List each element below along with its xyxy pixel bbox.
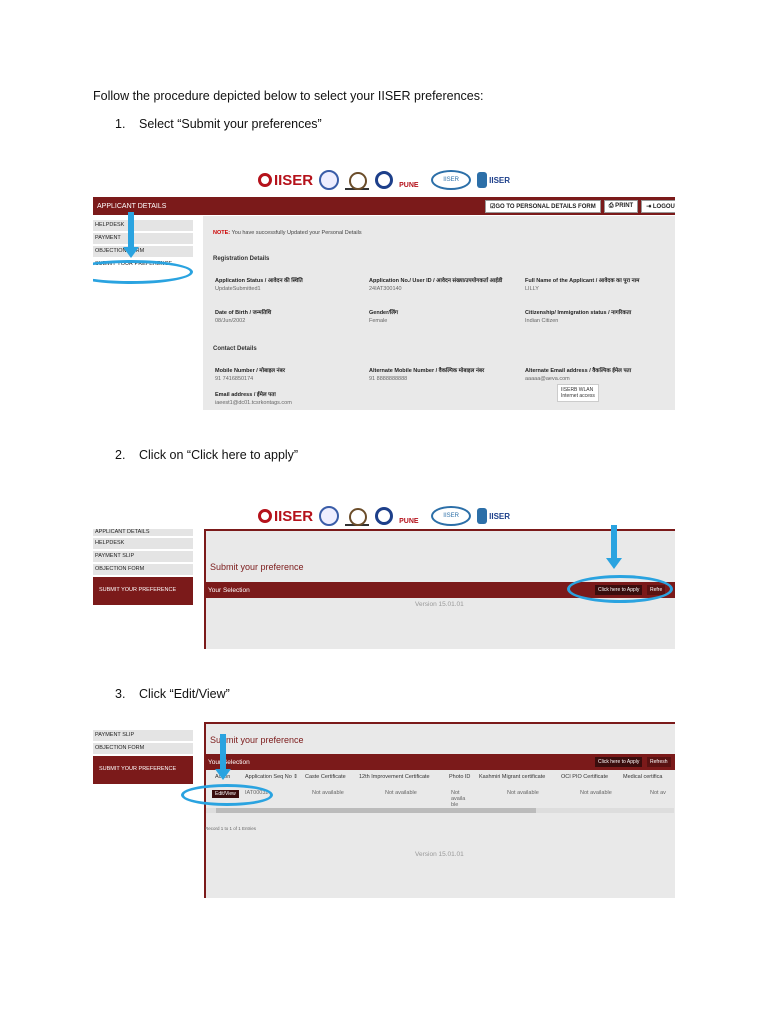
version-label: Version 15.01.01 <box>415 851 464 858</box>
sidebar-item-payment[interactable]: PAYMENT <box>93 233 193 244</box>
sidebar-item-helpdesk[interactable]: HELPDESK <box>93 220 193 231</box>
contact-heading: Contact Details <box>213 346 257 352</box>
iiser-emblem-1 <box>319 506 340 526</box>
screenshot-2: IISER PUNE IISER IISER APPLICANT DETAILS… <box>93 503 675 649</box>
highlight-circle <box>181 784 273 806</box>
screenshot-1: IISER PUNE IISER IISER APPLICANT DETAILS… <box>93 162 675 410</box>
sidebar-item-objection[interactable]: OBJECTION FORM <box>93 246 193 257</box>
table-cell-caste: Not available <box>312 790 344 796</box>
step-3-number: 3. <box>115 687 126 701</box>
step-3: 3. Click “Edit/View” <box>115 687 230 701</box>
table-cell-kashmiri: Not available <box>507 790 539 796</box>
sidebar-item-helpdesk[interactable]: HELPDESK <box>93 538 193 549</box>
col-seq-no[interactable]: Application Seq No ⇕ <box>245 774 305 780</box>
step-3-text: Click “Edit/View” <box>139 687 230 701</box>
header-buttons: ☑GO TO PERSONAL DETAILS FORM ⎙ PRINT ⇥ L… <box>485 200 675 213</box>
sidebar: APPLICANT DETAILS HELPDESK PAYMENT SLIP … <box>93 529 193 607</box>
col-oci[interactable]: OCI PIO Certificate <box>561 774 623 780</box>
wifi-tooltip: IISERB WLAN Internet access <box>557 384 599 402</box>
iiser-emblem-3 <box>375 507 394 525</box>
col-12th[interactable]: 12th Improvement Certificate <box>359 774 449 780</box>
highlight-arrow <box>215 734 231 780</box>
logout-button[interactable]: ⇥ LOGOUT <box>641 200 675 213</box>
col-photo-id[interactable]: Photo ID <box>449 774 479 780</box>
field-application-status: Application Status / आवेदन की स्थिति Upda… <box>215 278 303 292</box>
refresh-button[interactable]: Refresh <box>647 757 671 767</box>
table-header: Action Application Seq No ⇕ Caste Certif… <box>215 774 663 780</box>
field-email: Email address / ईमेल पता iaeest1@dc01.tcs… <box>215 392 292 406</box>
field-dob: Date of Birth / जन्मतिथि 08/Jun/2002 <box>215 310 272 324</box>
step-1-text: Select “Submit your preferences” <box>139 117 322 131</box>
col-kashmiri[interactable]: Kashmiri Migrant certificate <box>479 774 561 780</box>
table-cell-12th: Not available <box>385 790 417 796</box>
iiser-emblem-6: IISER <box>477 508 510 524</box>
table-cell-medical: Not av <box>650 790 666 796</box>
sidebar: PAYMENT SLIP OBJECTION FORM SUBMIT YOUR … <box>93 730 193 786</box>
iiser-emblem-3 <box>375 171 394 189</box>
highlight-arrow <box>606 525 622 569</box>
highlight-arrow <box>123 212 139 258</box>
registration-heading: Registration Details <box>213 256 270 262</box>
horizontal-scrollbar[interactable] <box>206 808 674 813</box>
iiser-emblem-5: IISER <box>431 170 472 190</box>
step-2: 2. Click on “Click here to apply” <box>115 448 298 462</box>
iiser-emblem-5: IISER <box>431 506 472 526</box>
sidebar-item-submit-preference[interactable]: SUBMIT YOUR PREFERENCE <box>93 756 193 784</box>
table-cell-photo-id: Not availa ble <box>451 790 466 808</box>
logo-strip: IISER PUNE IISER IISER <box>93 167 675 193</box>
iiser-emblem-2 <box>345 170 370 190</box>
sidebar-item-payment-slip[interactable]: PAYMENT SLIP <box>93 551 193 562</box>
sidebar-item-objection[interactable]: OBJECTION FORM <box>93 743 193 754</box>
field-application-no: Application No./ User ID / आवेदन संख्या/… <box>369 278 503 292</box>
version-label: Version 15.01.01 <box>415 601 464 608</box>
field-alt-email: Alternate Email address / वैकल्पिक ईमेल … <box>525 368 632 382</box>
sidebar-item-submit-preference[interactable]: SUBMIT YOUR PREFERENCE <box>93 577 193 605</box>
print-button[interactable]: ⎙ PRINT <box>603 200 639 213</box>
click-here-to-apply-button[interactable]: Click here to Apply <box>595 757 643 767</box>
iiser-pune-logo: PUNE <box>399 182 419 189</box>
table-cell-oci: Not available <box>580 790 612 796</box>
field-mobile: Mobile Number / मोबाइल नंबर 91 7416850174 <box>215 368 285 382</box>
sidebar-item-objection[interactable]: OBJECTION FORM <box>93 564 193 575</box>
applicant-details-label[interactable]: APPLICANT DETAILS <box>97 203 166 210</box>
highlight-circle <box>567 575 673 603</box>
highlight-circle <box>93 260 193 284</box>
iiser-emblem-2 <box>345 506 370 526</box>
personal-details-button[interactable]: ☑GO TO PERSONAL DETAILS FORM <box>485 200 601 213</box>
step-1-number: 1. <box>115 117 126 131</box>
record-count: Record 1 to 1 of 1 Entries <box>205 826 257 831</box>
sidebar-item-payment-slip[interactable]: PAYMENT SLIP <box>93 730 193 741</box>
iiser-emblem-6: IISER <box>477 172 510 188</box>
field-alt-mobile: Alternate Mobile Number / वैकल्पिक मोबाइ… <box>369 368 485 382</box>
sidebar-item-applicant-details[interactable]: APPLICANT DETAILS <box>93 529 193 536</box>
iiser-logo: IISER <box>257 172 313 189</box>
step-2-number: 2. <box>115 448 126 462</box>
field-gender: Gender/लिंग Female <box>369 310 399 324</box>
step-2-text: Click on “Click here to apply” <box>139 448 299 462</box>
field-full-name: Full Name of the Applicant / आवेदक का पू… <box>525 278 640 292</box>
logo-strip: IISER PUNE IISER IISER <box>93 503 675 529</box>
col-caste[interactable]: Caste Certificate <box>305 774 359 780</box>
field-citizenship: Citizenship/ Immigration status / नागरिक… <box>525 310 632 324</box>
page-title: Submit your preference <box>210 562 304 572</box>
iiser-logo: IISER <box>257 508 313 525</box>
iiser-pune-logo: PUNE <box>399 518 419 525</box>
col-medical[interactable]: Medical certifica <box>623 774 663 780</box>
note-message: NOTE: You have successfully Updated your… <box>213 230 362 236</box>
step-1: 1. Select “Submit your preferences” <box>115 117 322 131</box>
intro-text: Follow the procedure depicted below to s… <box>93 89 484 103</box>
screenshot-3: PAYMENT SLIP OBJECTION FORM SUBMIT YOUR … <box>93 722 675 898</box>
iiser-emblem-1 <box>319 170 340 190</box>
